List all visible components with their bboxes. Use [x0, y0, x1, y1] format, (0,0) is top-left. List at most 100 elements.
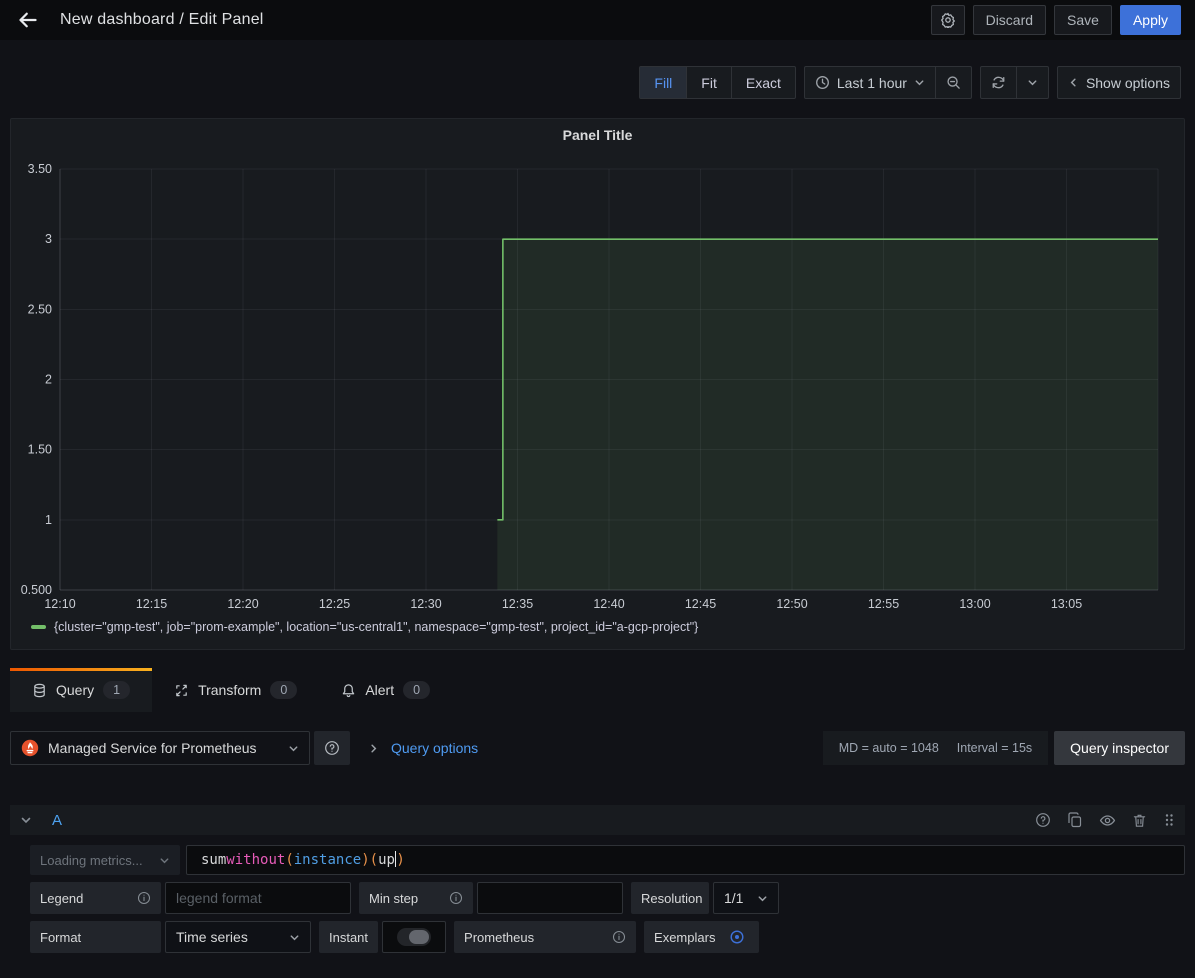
- svg-text:12:40: 12:40: [593, 597, 624, 611]
- time-picker-group: Last 1 hour: [804, 66, 972, 99]
- exemplars-label: Exemplars: [654, 930, 715, 945]
- chevron-down-icon: [914, 77, 925, 88]
- svg-text:12:20: 12:20: [227, 597, 258, 611]
- format-chip: Format: [30, 921, 161, 953]
- chevron-down-icon: [1027, 77, 1038, 88]
- svg-text:0.500: 0.500: [21, 583, 52, 597]
- svg-text:12:10: 12:10: [44, 597, 75, 611]
- bell-icon: [341, 683, 356, 698]
- show-options-label: Show options: [1086, 75, 1170, 91]
- resolution-select[interactable]: 1/1: [713, 882, 779, 914]
- panel-settings-gear-button[interactable]: [931, 5, 965, 35]
- query-options-row-1: Legend Min step Resolution 1/1: [30, 882, 1185, 914]
- chart-legend-item[interactable]: {cluster="gmp-test", job="prom-example",…: [31, 620, 698, 634]
- refresh-button[interactable]: [981, 67, 1017, 98]
- chevron-right-icon: [368, 743, 379, 754]
- interval-text: Interval = 15s: [957, 741, 1032, 755]
- chevron-left-icon: [1068, 77, 1079, 88]
- apply-button[interactable]: Apply: [1120, 5, 1181, 35]
- svg-text:1.50: 1.50: [28, 443, 52, 457]
- svg-text:3.50: 3.50: [28, 162, 52, 176]
- query-options-expander[interactable]: Query options: [368, 740, 478, 756]
- legend-series-label: {cluster="gmp-test", job="prom-example",…: [54, 620, 698, 634]
- show-options-button[interactable]: Show options: [1058, 67, 1180, 98]
- chevron-down-icon: [289, 932, 300, 943]
- legend-label: Legend: [40, 891, 83, 906]
- top-nav-bar: New dashboard / Edit Panel Discard Save …: [0, 0, 1195, 40]
- min-step-input[interactable]: [477, 882, 623, 914]
- discard-button[interactable]: Discard: [973, 5, 1046, 35]
- svg-text:13:05: 13:05: [1051, 597, 1082, 611]
- display-mode-fill[interactable]: Fill: [640, 67, 687, 98]
- exemplars-chip: Exemplars: [644, 921, 759, 953]
- tab-transform-count-badge: 0: [270, 681, 297, 699]
- info-circle-icon[interactable]: [612, 930, 626, 944]
- format-select[interactable]: Time series: [165, 921, 311, 953]
- promql-expression-input[interactable]: sum without(instance) (up): [186, 845, 1185, 875]
- instant-label: Instant: [329, 930, 368, 945]
- datasource-name: Managed Service for Prometheus: [48, 740, 279, 756]
- svg-text:12:50: 12:50: [776, 597, 807, 611]
- query-stats: MD = auto = 1048 Interval = 15s: [823, 731, 1048, 765]
- tab-transform[interactable]: Transform 0: [152, 668, 319, 712]
- max-data-points-text: MD = auto = 1048: [839, 741, 939, 755]
- resolution-label: Resolution: [641, 891, 702, 906]
- svg-text:12:55: 12:55: [868, 597, 899, 611]
- datasource-picker[interactable]: Managed Service for Prometheus: [10, 731, 310, 765]
- refresh-icon: [991, 75, 1006, 90]
- duplicate-query-icon[interactable]: [1067, 812, 1083, 828]
- collapse-chevron-icon[interactable]: [20, 814, 32, 826]
- query-row-header[interactable]: A: [10, 805, 1185, 835]
- display-mode-fit[interactable]: Fit: [687, 67, 732, 98]
- tab-query-count-badge: 1: [103, 681, 130, 699]
- datasource-help-button[interactable]: [314, 731, 350, 765]
- save-button[interactable]: Save: [1054, 5, 1112, 35]
- back-arrow-icon[interactable]: [14, 6, 42, 34]
- prometheus-type-chip: Prometheus: [454, 921, 636, 953]
- svg-text:12:25: 12:25: [319, 597, 350, 611]
- show-options-group: Show options: [1057, 66, 1181, 99]
- format-label: Format: [40, 930, 81, 945]
- toggle-track: [397, 928, 431, 946]
- query-options-label: Query options: [391, 740, 478, 756]
- display-mode-group: Fill Fit Exact: [639, 66, 795, 99]
- exemplars-eye-icon[interactable]: [729, 929, 745, 945]
- query-options-row-2: Format Time series Instant Prometheus Ex…: [30, 921, 1185, 953]
- panel-toolbar: Fill Fit Exact Last 1 hour: [0, 66, 1181, 99]
- resolution-value: 1/1: [724, 890, 743, 906]
- instant-toggle[interactable]: [382, 921, 446, 953]
- time-series-chart[interactable]: 12:1012:1512:2012:2512:3012:3512:4012:45…: [11, 119, 1184, 649]
- delete-query-trash-icon[interactable]: [1132, 813, 1147, 828]
- legend-label-chip: Legend: [30, 882, 161, 914]
- zoom-out-button[interactable]: [936, 67, 971, 98]
- time-range-picker[interactable]: Last 1 hour: [805, 67, 936, 98]
- info-circle-icon[interactable]: [449, 891, 463, 905]
- display-mode-exact[interactable]: Exact: [732, 67, 795, 98]
- chevron-down-icon: [159, 855, 170, 866]
- refresh-interval-dropdown[interactable]: [1017, 67, 1048, 98]
- min-step-label: Min step: [369, 891, 418, 906]
- database-icon: [32, 683, 47, 698]
- chevron-down-icon: [288, 743, 299, 754]
- tab-alert-count-badge: 0: [403, 681, 430, 699]
- help-circle-icon: [324, 740, 340, 756]
- zoom-out-icon: [946, 75, 961, 90]
- drag-handle-icon[interactable]: [1163, 812, 1175, 828]
- info-circle-icon[interactable]: [137, 891, 151, 905]
- edit-panel-tabs: Query 1 Transform 0 Alert 0: [10, 668, 452, 712]
- tab-alert[interactable]: Alert 0: [319, 668, 452, 712]
- instant-chip: Instant: [319, 921, 378, 953]
- query-inspector-button[interactable]: Query inspector: [1054, 731, 1185, 765]
- svg-text:12:35: 12:35: [502, 597, 533, 611]
- svg-text:1: 1: [45, 513, 52, 527]
- svg-text:12:15: 12:15: [136, 597, 167, 611]
- query-help-icon[interactable]: [1035, 812, 1051, 828]
- tab-query[interactable]: Query 1: [10, 668, 152, 712]
- metric-select[interactable]: Loading metrics...: [30, 845, 180, 875]
- svg-text:2.50: 2.50: [28, 302, 52, 316]
- time-range-label: Last 1 hour: [837, 75, 907, 91]
- disable-query-eye-icon[interactable]: [1099, 812, 1116, 829]
- svg-text:12:45: 12:45: [685, 597, 716, 611]
- legend-format-input[interactable]: [165, 882, 351, 914]
- gear-icon: [940, 12, 956, 28]
